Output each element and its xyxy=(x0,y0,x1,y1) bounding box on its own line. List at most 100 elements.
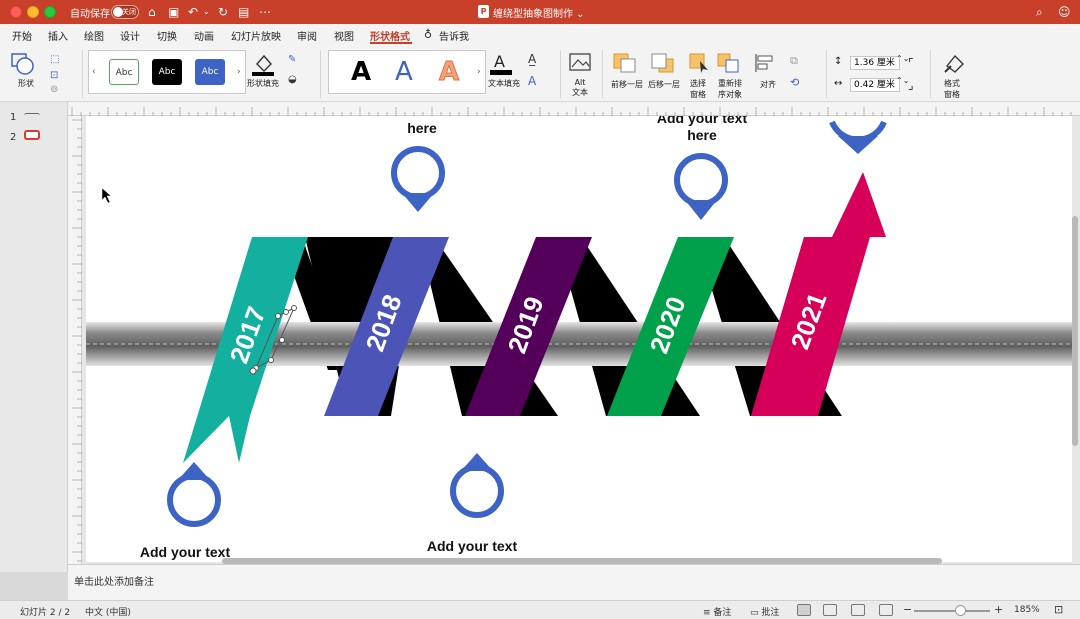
zoom-slider-track[interactable] xyxy=(914,610,990,612)
shape-effects-icon[interactable]: ◒ xyxy=(288,74,297,85)
slide[interactable]: 2017 2018 2019 2020 2021 here Add your t… xyxy=(86,116,1072,562)
horizontal-ruler-ticks xyxy=(71,107,1072,117)
fit-to-window-icon[interactable]: ⊡ xyxy=(1054,603,1063,616)
tab-slideshow[interactable]: 幻灯片放映 xyxy=(231,28,281,43)
location-marker-top-3[interactable] xyxy=(829,120,887,154)
align-icon[interactable] xyxy=(754,52,778,74)
comments-label: 批注 xyxy=(761,608,780,618)
location-marker-bottom-1[interactable] xyxy=(167,462,221,527)
shape-style-outline[interactable]: Abc xyxy=(109,59,139,85)
search-icon[interactable]: ⌕ xyxy=(1036,4,1043,20)
redo-icon[interactable]: ↻ xyxy=(218,4,228,20)
group-icon[interactable]: ⧉ xyxy=(790,54,798,68)
shape-style-blue[interactable]: Abc xyxy=(195,59,225,85)
crop-icon[interactable]: ⌜ xyxy=(908,56,914,70)
reading-view-button[interactable] xyxy=(851,604,865,616)
tab-review[interactable]: 审阅 xyxy=(297,28,317,43)
tab-animations[interactable]: 动画 xyxy=(194,28,214,43)
language-indicator[interactable]: 中文 (中国) xyxy=(85,605,131,618)
marker-text-top-2-line2[interactable]: here xyxy=(672,127,732,143)
size-dialog-icon[interactable]: ⌟ xyxy=(908,78,914,92)
undo-dropdown-icon[interactable]: ⌄ xyxy=(203,4,210,20)
paint-bucket-icon[interactable] xyxy=(252,52,276,76)
separator xyxy=(82,50,83,98)
tab-shape-format[interactable]: 形状格式 xyxy=(370,28,410,43)
shape-height-field[interactable]: 1.36 厘米 xyxy=(850,56,900,70)
alt-text-icon[interactable] xyxy=(569,52,593,74)
minimize-window-button[interactable] xyxy=(27,6,39,18)
slide-sorter-button[interactable] xyxy=(823,604,837,616)
save-icon[interactable]: ▣ xyxy=(168,4,179,20)
home-icon[interactable]: ⌂ xyxy=(148,4,156,20)
tab-home[interactable]: 开始 xyxy=(12,28,32,43)
slideshow-button[interactable] xyxy=(879,604,893,616)
zoom-window-button[interactable] xyxy=(44,6,56,18)
zoom-out-icon[interactable]: − xyxy=(903,603,912,616)
mouse-cursor-icon xyxy=(101,187,112,204)
selection-pane-icon[interactable] xyxy=(688,52,712,74)
marker-text-top-1[interactable]: here xyxy=(392,120,452,136)
gallery-prev-icon[interactable]: ‹ xyxy=(92,67,96,77)
send-backward-icon[interactable] xyxy=(650,52,676,74)
shape-outline-icon[interactable]: ✎ xyxy=(288,54,296,65)
bring-forward-label: 前移一层 xyxy=(611,80,643,89)
title-bar: 自动保存 关闭 ⌂ ▣ ↶ ⌄ ↻ ▤ ⋯ P 缠绕型抽象图制作 ⌄ ⌕ ☺ xyxy=(0,0,1080,24)
wordart-style-black[interactable]: A xyxy=(351,57,371,87)
marker-text-top-2-line1[interactable]: Add your text xyxy=(642,116,762,126)
width-icon: ↔ xyxy=(834,78,843,89)
shape-fill-label: 形状填充 xyxy=(247,79,279,88)
format-pane-icon[interactable] xyxy=(941,52,967,76)
account-icon[interactable]: ☺ xyxy=(1058,4,1071,20)
shape-width-field[interactable]: 0.42 厘米 xyxy=(850,78,900,92)
more-icon[interactable]: ⋯ xyxy=(259,4,271,20)
marker-text-bottom-2[interactable]: Add your text xyxy=(413,538,531,554)
tab-draw[interactable]: 绘图 xyxy=(84,28,104,43)
notes-placeholder: 单击此处添加备注 xyxy=(74,577,154,588)
bring-forward-icon[interactable] xyxy=(612,52,638,74)
location-marker-top-1[interactable] xyxy=(391,146,445,212)
notes-pane[interactable]: 单击此处添加备注 xyxy=(68,564,1080,600)
edit-shape-icon[interactable]: ⬚ xyxy=(50,54,59,65)
reorder-objects-icon[interactable] xyxy=(716,52,742,74)
presenter-icon[interactable]: ▤ xyxy=(238,4,249,20)
active-tab-indicator xyxy=(370,42,412,44)
zoom-slider-knob[interactable] xyxy=(955,605,966,616)
normal-view-button[interactable] xyxy=(797,604,811,616)
undo-icon[interactable]: ↶ xyxy=(188,4,198,20)
wordart-style-blue[interactable]: A xyxy=(395,57,413,87)
text-effects-icon[interactable]: A xyxy=(528,74,536,88)
slide-thumbnail-2[interactable] xyxy=(24,130,40,140)
text-fill-icon[interactable]: A xyxy=(490,52,514,76)
tab-transitions[interactable]: 切换 xyxy=(157,28,177,43)
zoom-in-icon[interactable]: + xyxy=(994,603,1003,616)
location-marker-top-2[interactable] xyxy=(674,153,728,220)
document-title[interactable]: 缠绕型抽象图制作 ⌄ xyxy=(493,5,585,20)
location-marker-bottom-2[interactable] xyxy=(450,453,504,518)
slide-thumbnail-1[interactable] xyxy=(24,113,40,118)
rotate-icon[interactable]: ⟲ xyxy=(790,76,799,89)
zoom-level[interactable]: 185% xyxy=(1014,605,1040,615)
notes-toggle[interactable]: ≡ 备注 xyxy=(703,605,731,618)
toggle-state-label: 关闭 xyxy=(122,8,136,16)
wordart-style-orange[interactable]: A xyxy=(438,57,459,88)
text-outline-icon[interactable]: A̲ xyxy=(528,52,536,66)
text-box-icon[interactable]: ⊡ xyxy=(50,70,58,81)
gallery-next-icon[interactable]: › xyxy=(477,67,481,77)
merge-shapes-icon[interactable]: ⊚ xyxy=(50,84,58,95)
close-window-button[interactable] xyxy=(10,6,22,18)
tab-insert[interactable]: 插入 xyxy=(48,28,68,43)
gallery-next-icon[interactable]: › xyxy=(237,67,241,77)
tab-view[interactable]: 视图 xyxy=(334,28,354,43)
autosave-toggle[interactable]: 关闭 xyxy=(111,5,139,19)
reorder-objects-label: 重新排 序对象 xyxy=(718,79,742,99)
tab-design[interactable]: 设计 xyxy=(120,28,140,43)
shapes-icon[interactable] xyxy=(10,52,36,76)
slide-canvas: 2017 2018 2019 2020 2021 here Add your t… xyxy=(82,116,1080,564)
shape-style-dark[interactable]: Abc xyxy=(152,59,182,85)
comments-toggle[interactable]: ▭ 批注 xyxy=(750,605,779,618)
height-icon: ↕ xyxy=(834,56,843,67)
tab-tell-me[interactable]: 告诉我 xyxy=(439,28,469,43)
ribbon-toolbar: 形状 ⬚ ⊡ ⊚ ‹ Abc Abc Abc › 形状填充 ✎ ◒ A A A … xyxy=(0,46,1080,102)
vertical-scrollbar[interactable] xyxy=(1072,216,1078,446)
spiral-timeline: 2017 2018 2019 2020 2021 xyxy=(86,120,1072,527)
